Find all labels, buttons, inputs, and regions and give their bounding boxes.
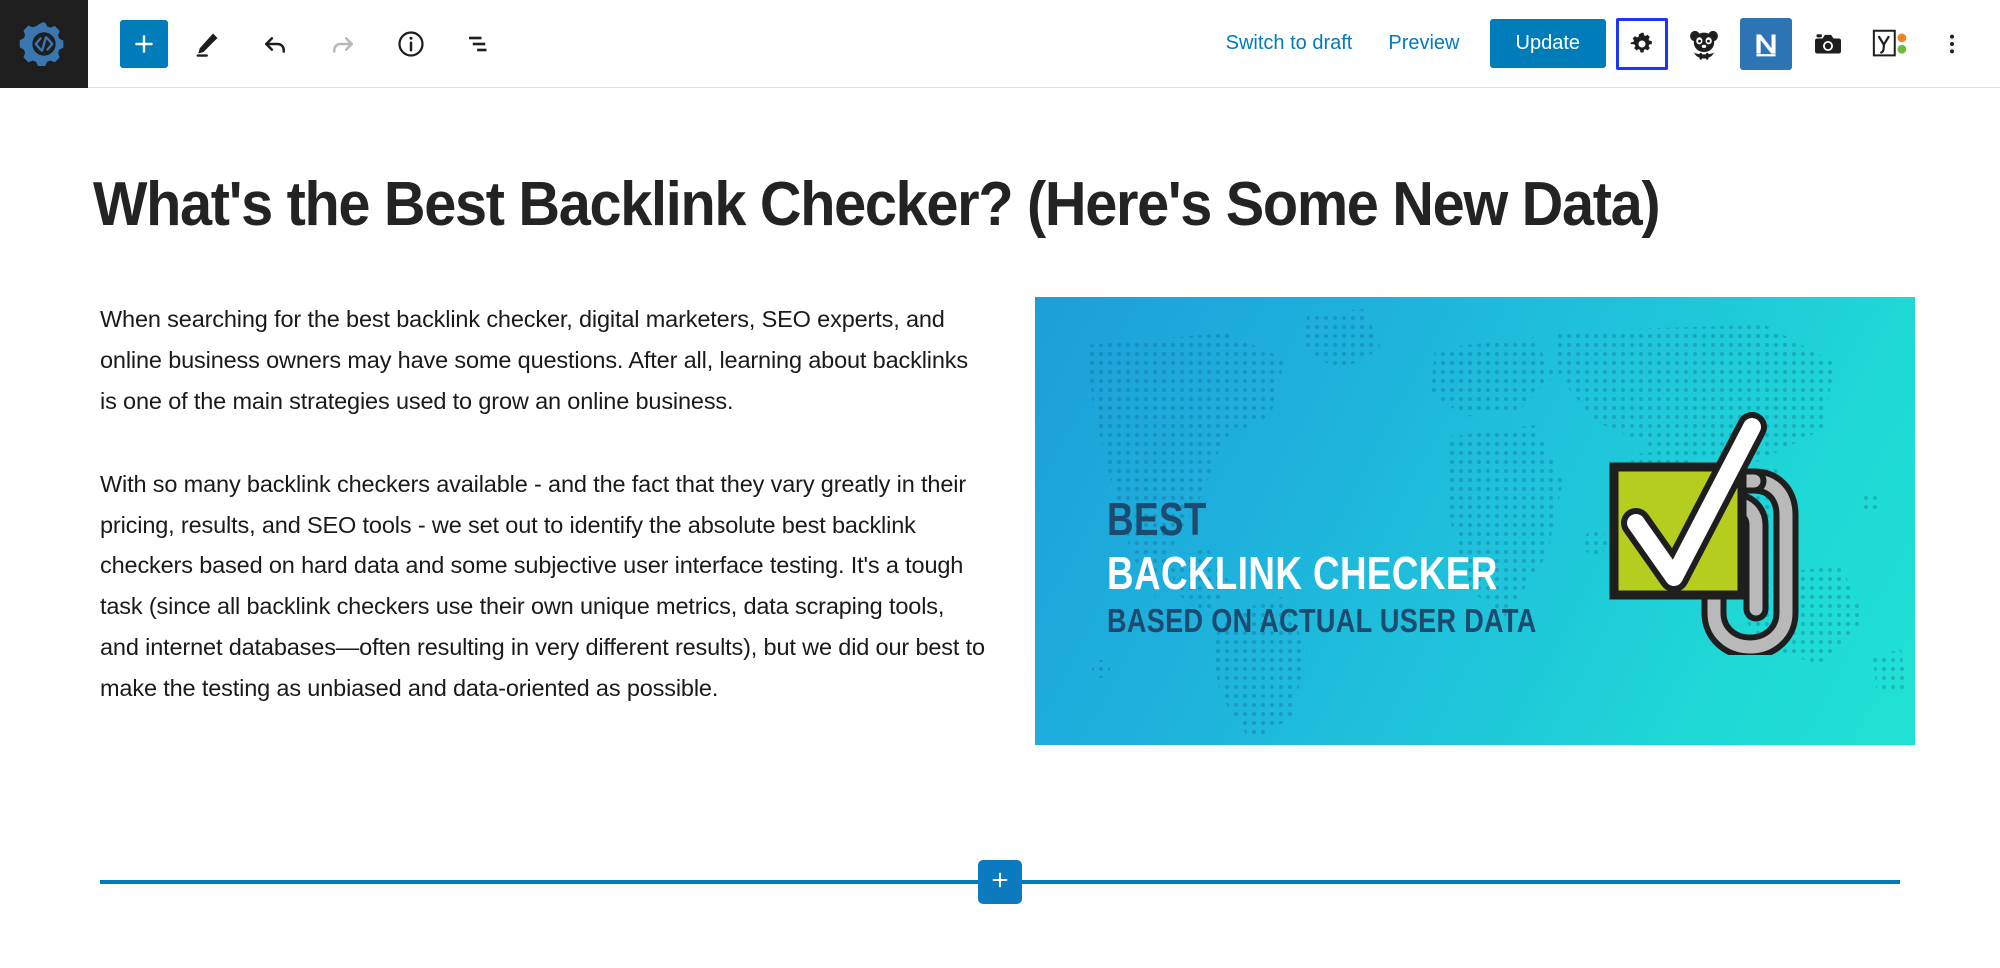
site-logo-button[interactable] [0, 0, 88, 88]
featured-image-block[interactable]: BEST BACKLINK CHECKER BASED ON ACTUAL US… [1035, 297, 1915, 746]
update-button[interactable]: Update [1489, 19, 1606, 68]
more-options-button[interactable] [1926, 18, 1978, 70]
list-view-icon [464, 29, 494, 59]
redo-icon [328, 29, 358, 59]
undo-icon [260, 29, 290, 59]
pencil-icon [192, 29, 222, 59]
featured-line-2: BACKLINK CHECKER [1107, 547, 1498, 600]
toolbar-right-group: Switch to draft Preview Update [1208, 0, 2000, 87]
switch-to-draft-button[interactable]: Switch to draft [1208, 22, 1371, 65]
redo-button[interactable] [314, 15, 372, 73]
checkbox-and-paperclip-icon [1600, 405, 1805, 660]
undo-button[interactable] [246, 15, 304, 73]
featured-line-1: BEST [1107, 493, 1207, 546]
settings-button[interactable] [1616, 17, 1668, 70]
add-block-button[interactable] [120, 19, 168, 68]
n-logo-icon [1749, 27, 1783, 61]
toolbar-left-group [88, 0, 508, 87]
code-gear-icon [18, 18, 70, 70]
yoast-icon [1871, 27, 1909, 61]
camera-icon [1812, 28, 1844, 60]
editor-toolbar: Switch to draft Preview Update [0, 0, 2000, 88]
panda-plugin-button[interactable] [1678, 18, 1730, 70]
image-column: BEST BACKLINK CHECKER BASED ON ACTUAL US… [1035, 287, 1915, 746]
camera-button[interactable] [1802, 18, 1854, 70]
preview-button[interactable]: Preview [1370, 22, 1477, 65]
block-inserter-button[interactable] [978, 860, 1022, 904]
block-inserter-line [100, 860, 1900, 904]
details-button[interactable] [382, 15, 440, 73]
text-column: When searching for the best backlink che… [100, 287, 985, 708]
featured-image-text: BEST BACKLINK CHECKER BASED ON ACTUAL US… [1107, 493, 1631, 640]
kebab-menu-icon [1939, 31, 1965, 57]
editor-canvas: What's the Best Backlink Checker? (Here'… [0, 88, 2000, 968]
plus-icon [131, 31, 157, 57]
info-icon [396, 29, 426, 59]
list-view-button[interactable] [450, 15, 508, 73]
paragraph-block[interactable]: With so many backlink checkers available… [100, 464, 985, 709]
plus-icon [989, 869, 1011, 896]
panda-icon [1687, 27, 1721, 61]
featured-line-3: BASED ON ACTUAL USER DATA [1107, 602, 1537, 640]
n-plugin-button[interactable] [1740, 17, 1792, 70]
paragraph-block[interactable]: When searching for the best backlink che… [100, 299, 985, 421]
columns-block: When searching for the best backlink che… [0, 239, 2000, 746]
edit-tools-button[interactable] [178, 15, 236, 73]
yoast-seo-button[interactable] [1864, 18, 1916, 70]
page-title[interactable]: What's the Best Backlink Checker? (Here'… [0, 88, 1860, 239]
gear-icon [1628, 30, 1656, 58]
